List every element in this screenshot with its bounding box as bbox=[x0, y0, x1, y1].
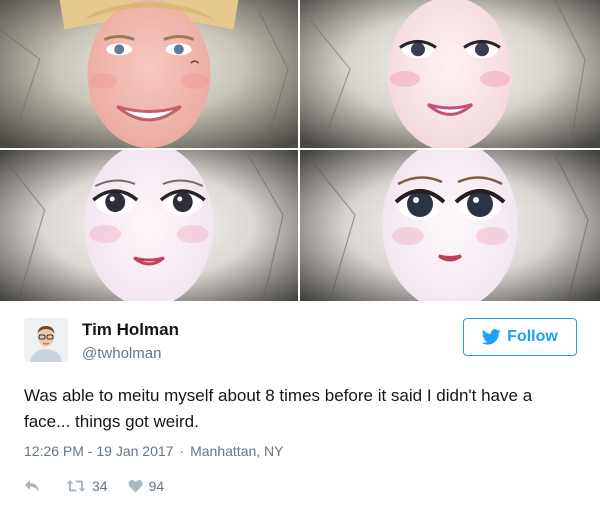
person-avatar-icon bbox=[24, 318, 68, 362]
heart-icon bbox=[128, 479, 143, 493]
retweet-button[interactable]: 34 bbox=[66, 478, 108, 494]
twitter-bird-icon bbox=[482, 329, 501, 345]
follow-button[interactable]: Follow bbox=[463, 318, 577, 356]
photo-1-image bbox=[0, 0, 298, 148]
photo-4[interactable] bbox=[300, 150, 600, 301]
photo-1[interactable] bbox=[0, 0, 300, 150]
photo-3-image bbox=[0, 150, 298, 301]
avatar[interactable] bbox=[24, 318, 68, 362]
tweet-actions: 34 94 bbox=[24, 476, 164, 496]
photo-grid bbox=[0, 0, 600, 301]
like-count: 94 bbox=[148, 478, 165, 494]
follow-button-label: Follow bbox=[507, 328, 558, 345]
author-name[interactable]: Tim Holman bbox=[82, 320, 179, 340]
reply-button[interactable] bbox=[24, 479, 40, 493]
tweet-text: Was able to meitu myself about 8 times b… bbox=[24, 386, 533, 431]
photo-2-image bbox=[300, 0, 600, 148]
author-handle[interactable]: @twholman bbox=[82, 345, 161, 362]
tweet-meta: 12:26 PM - 19 Jan 2017 · Manhattan, NY bbox=[24, 443, 284, 459]
embedded-tweet: Tim Holman @twholman Follow Was able to … bbox=[0, 0, 600, 511]
photo-2[interactable] bbox=[300, 0, 600, 150]
meta-separator: · bbox=[179, 443, 185, 459]
reply-icon bbox=[25, 480, 39, 492]
retweet-icon bbox=[66, 480, 86, 492]
photo-3[interactable] bbox=[0, 150, 300, 301]
retweet-count: 34 bbox=[92, 478, 108, 494]
like-button[interactable]: 94 bbox=[128, 478, 165, 494]
tweet-location[interactable]: Manhattan, NY bbox=[190, 443, 283, 459]
photo-4-image bbox=[300, 150, 600, 301]
tweet-timestamp[interactable]: 12:26 PM - 19 Jan 2017 bbox=[24, 443, 173, 459]
